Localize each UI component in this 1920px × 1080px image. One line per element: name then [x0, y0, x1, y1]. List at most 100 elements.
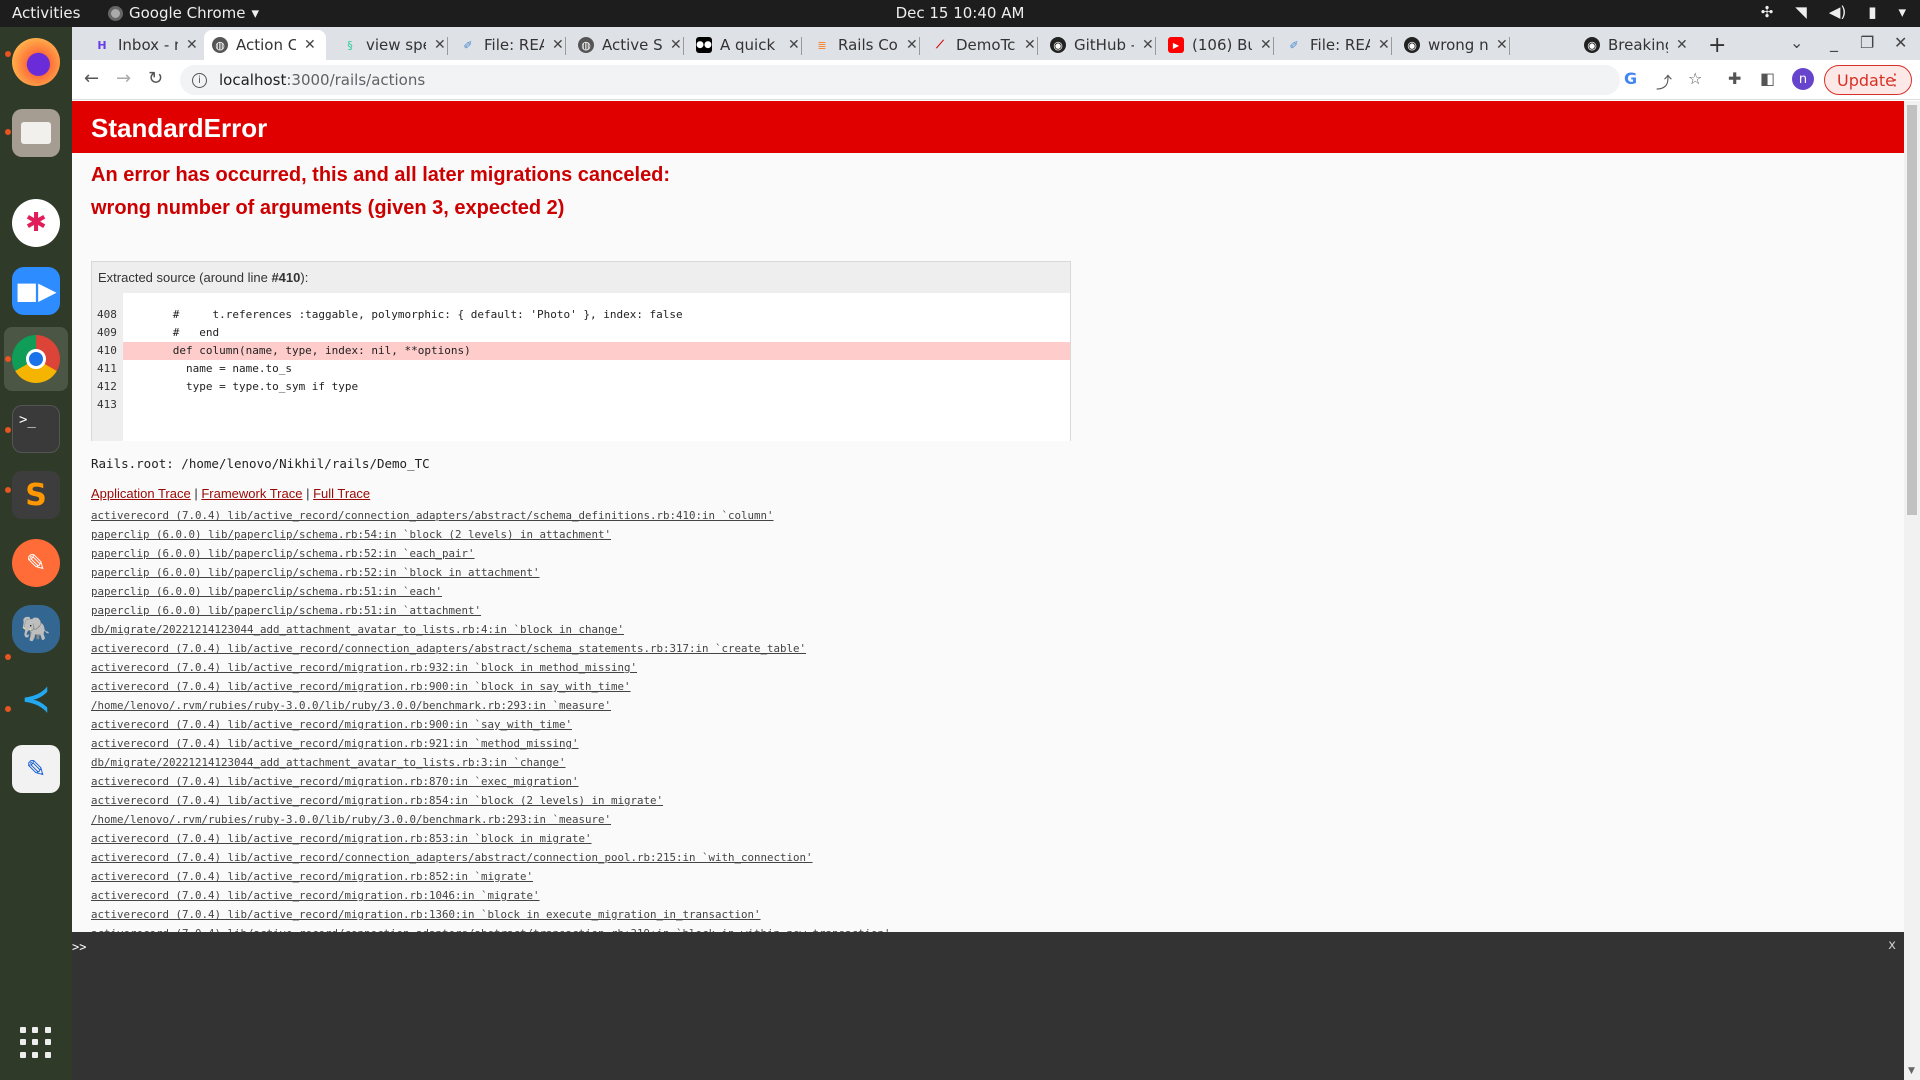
trace-entry[interactable]: activerecord (7.0.4) lib/active_record/c… [91, 506, 891, 525]
tab[interactable]: ≣ Rails Con ✕ [806, 30, 926, 60]
battery-icon[interactable]: ▮ [1868, 3, 1876, 21]
extracted-source: Extracted source (around line #410): 408… [91, 261, 1071, 441]
close-tab-icon[interactable]: ✕ [1260, 37, 1272, 53]
dock-sublime-text[interactable]: S [12, 471, 60, 519]
framework-trace-link[interactable]: Framework Trace [201, 486, 302, 501]
console-prompt[interactable]: >> [72, 940, 86, 954]
dock-terminal[interactable]: >_ [12, 405, 60, 453]
trace-entry[interactable]: activerecord (7.0.4) lib/active_record/m… [91, 905, 891, 924]
dock-firefox[interactable] [12, 38, 60, 86]
close-tab-icon[interactable]: ✕ [1496, 37, 1508, 53]
restore-window-icon[interactable]: ❐ [1860, 33, 1874, 52]
system-menu-icon[interactable]: ▾ [1898, 3, 1906, 21]
dock-files[interactable] [12, 109, 60, 157]
tab-strip: H Inbox - ni ✕ ◍ Action Co ✕ § view spe … [72, 27, 1920, 60]
close-window-icon[interactable]: ✕ [1894, 33, 1907, 52]
web-console[interactable]: >> x [72, 932, 1904, 1080]
tab[interactable]: ●● A quick ir ✕ [688, 30, 808, 60]
kebab-menu-icon[interactable]: ⋮ [1887, 70, 1903, 89]
application-trace-link[interactable]: Application Trace [91, 486, 191, 501]
close-tab-icon[interactable]: ✕ [304, 37, 316, 53]
dock-text-editor[interactable]: ✎ [12, 745, 60, 793]
close-tab-icon[interactable]: ✕ [788, 37, 800, 53]
trace-entry[interactable]: activerecord (7.0.4) lib/active_record/m… [91, 658, 891, 677]
share-icon[interactable]: ⤴ [1656, 69, 1672, 93]
close-tab-icon[interactable]: ✕ [1024, 37, 1036, 53]
full-trace-link[interactable]: Full Trace [313, 486, 370, 501]
system-tray[interactable]: ✣ ◥ ◀) ▮ ▾ [1761, 3, 1906, 21]
page-scrollbar[interactable]: ▼ [1904, 101, 1920, 1080]
update-button[interactable]: Update ⋮ [1824, 65, 1912, 95]
tab[interactable]: § view spe ✕ [334, 30, 454, 60]
clock[interactable]: Dec 15 10:40 AM [0, 4, 1920, 22]
tab-title: Active St [602, 36, 662, 54]
dock-chrome[interactable] [12, 335, 60, 383]
tab-active[interactable]: ◍ Action Co ✕ [204, 30, 326, 60]
site-info-icon[interactable]: i [192, 72, 207, 88]
trace-entry[interactable]: activerecord (7.0.4) lib/active_record/m… [91, 677, 891, 696]
close-tab-icon[interactable]: ✕ [1378, 37, 1390, 53]
trace-entry[interactable]: activerecord (7.0.4) lib/active_record/m… [91, 867, 891, 886]
tab[interactable]: H Inbox - ni ✕ [86, 30, 206, 60]
trace-entry[interactable]: activerecord (7.0.4) lib/active_record/c… [91, 639, 891, 658]
tab[interactable]: ✐ File: REA ✕ [452, 30, 572, 60]
trace-entry[interactable]: activerecord (7.0.4) lib/active_record/m… [91, 715, 891, 734]
trace-entry[interactable]: activerecord (7.0.4) lib/active_record/m… [91, 772, 891, 791]
dock-slack[interactable]: ✱ [12, 199, 60, 247]
volume-icon[interactable]: ◀) [1829, 3, 1846, 21]
close-tab-icon[interactable]: ✕ [186, 37, 198, 53]
back-arrow-icon[interactable]: ← [84, 68, 99, 89]
wifi-icon[interactable]: ◥ [1795, 3, 1807, 21]
tab[interactable]: ◍ Active St ✕ [570, 30, 690, 60]
tab-title: A quick ir [720, 36, 780, 54]
tab[interactable]: ▶ (106) Bui ✕ [1160, 30, 1280, 60]
trace-entry[interactable]: db/migrate/20221214123044_add_attachment… [91, 620, 891, 639]
side-panel-icon[interactable]: ◧ [1760, 69, 1775, 88]
tab-search-chevron-icon[interactable]: ⌄ [1790, 33, 1803, 52]
dock-postman[interactable]: ✎ [12, 539, 60, 587]
trace-entry[interactable]: activerecord (7.0.4) lib/active_record/m… [91, 886, 891, 905]
extensions-puzzle-icon[interactable]: ✚ [1728, 69, 1741, 88]
close-console-icon[interactable]: x [1888, 938, 1896, 953]
close-tab-icon[interactable]: ✕ [906, 37, 918, 53]
trace-entry[interactable]: /home/lenovo/.rvm/rubies/ruby-3.0.0/lib/… [91, 696, 891, 715]
close-tab-icon[interactable]: ✕ [1142, 37, 1154, 53]
close-tab-icon[interactable]: ✕ [670, 37, 682, 53]
trace-entry[interactable]: activerecord (7.0.4) lib/active_record/m… [91, 791, 891, 810]
tab[interactable]: ◉ GitHub - ✕ [1042, 30, 1162, 60]
scroll-down-arrow-icon[interactable]: ▼ [1908, 1066, 1915, 1076]
minimize-window-icon[interactable]: _ [1830, 33, 1838, 52]
profile-avatar[interactable]: n [1792, 68, 1814, 90]
trace-entry[interactable]: /home/lenovo/.rvm/rubies/ruby-3.0.0/lib/… [91, 810, 891, 829]
dock-pgadmin[interactable]: 🐘 [12, 605, 60, 653]
trace-entry[interactable]: paperclip (6.0.0) lib/paperclip/schema.r… [91, 544, 891, 563]
tab[interactable]: ◉ Breaking ✕ [1576, 30, 1696, 60]
tab-title: Action Co [236, 36, 296, 54]
tab[interactable]: ✐ File: REA ✕ [1278, 30, 1398, 60]
dock-zoom[interactable]: ■▶ [12, 267, 60, 315]
forward-arrow-icon[interactable]: → [116, 68, 131, 89]
scrollbar-thumb[interactable] [1907, 105, 1917, 515]
close-tab-icon[interactable]: ✕ [1676, 37, 1688, 53]
trace-entry[interactable]: paperclip (6.0.0) lib/paperclip/schema.r… [91, 601, 891, 620]
close-tab-icon[interactable]: ✕ [434, 37, 446, 53]
tab[interactable]: ⟋ DemoTc ✕ [924, 30, 1044, 60]
new-tab-button[interactable]: + [1708, 33, 1726, 58]
reload-icon[interactable]: ↻ [148, 68, 163, 89]
tab[interactable]: ◉ wrong nu ✕ [1396, 30, 1516, 60]
trace-entry[interactable]: paperclip (6.0.0) lib/paperclip/schema.r… [91, 525, 891, 544]
slack-tray-icon[interactable]: ✣ [1761, 3, 1774, 21]
trace-entry[interactable]: db/migrate/20221214123044_add_attachment… [91, 753, 891, 772]
trace-entry[interactable]: activerecord (7.0.4) lib/active_record/c… [91, 848, 891, 867]
trace-entry[interactable]: paperclip (6.0.0) lib/paperclip/schema.r… [91, 563, 891, 582]
google-lens-icon[interactable]: G [1624, 69, 1637, 88]
tab-separator [565, 37, 566, 55]
address-bar[interactable]: i localhost:3000/rails/actions [180, 65, 1620, 95]
dock-vscode[interactable]: ≺ [12, 675, 60, 723]
trace-entry[interactable]: activerecord (7.0.4) lib/active_record/m… [91, 734, 891, 753]
trace-entry[interactable]: activerecord (7.0.4) lib/active_record/m… [91, 829, 891, 848]
trace-entry[interactable]: paperclip (6.0.0) lib/paperclip/schema.r… [91, 582, 891, 601]
close-tab-icon[interactable]: ✕ [552, 37, 564, 53]
bookmark-star-icon[interactable]: ☆ [1688, 69, 1702, 88]
show-applications-button[interactable] [20, 1027, 52, 1059]
